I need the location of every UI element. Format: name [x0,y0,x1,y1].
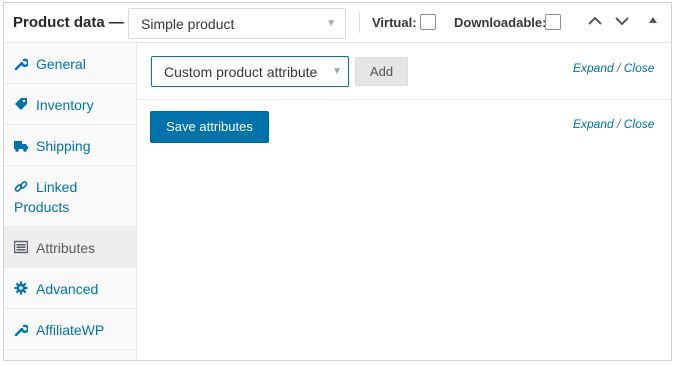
add-attribute-button[interactable]: Add [355,57,408,86]
downloadable-checkbox[interactable] [545,14,561,30]
expand-link[interactable]: Expand [573,61,614,75]
dropdown-arrow-icon: ▼ [326,18,336,29]
close-link[interactable]: Close [624,117,655,131]
expand-close-top: Expand / Close [573,61,654,75]
divider [359,11,360,33]
product-type-select[interactable]: Simple product ▼ [128,8,346,39]
downloadable-label: Downloadable: [454,15,547,30]
product-type-value: Simple product [141,16,235,32]
attributes-panel: Custom product attribute ▼ Add Expand / … [138,43,671,360]
panel-title: Product data — [13,14,124,31]
virtual-label: Virtual: [372,15,417,30]
wrench-icon [14,58,28,71]
tab-inventory[interactable]: Inventory [4,84,136,125]
tab-general[interactable]: General [4,43,136,84]
link-icon [14,181,28,192]
attribute-select-value: Custom product attribute [164,64,318,80]
save-attributes-button[interactable]: Save attributes [150,111,269,143]
tab-linked-products[interactable]: Linked Products [4,166,136,227]
gear-icon [14,281,28,295]
tag-icon [15,98,27,110]
product-data-panel: Product data — Simple product ▼ Virtual:… [3,2,672,361]
attributes-toolbar: Custom product attribute ▼ Add Expand / … [138,43,671,100]
tab-attributes[interactable]: Attributes [4,227,136,268]
tab-shipping[interactable]: Shipping [4,125,136,166]
tab-affiliatewp[interactable]: AffiliateWP [4,309,136,350]
separator: / [617,117,621,131]
expand-link[interactable]: Expand [573,117,614,131]
close-link[interactable]: Close [624,61,655,75]
attribute-taxonomy-select[interactable]: Custom product attribute ▼ [151,56,349,87]
list-icon [14,240,28,254]
wrench-icon [14,324,28,337]
move-up-icon[interactable] [586,12,604,30]
product-data-header: Product data — Simple product ▼ Virtual:… [4,3,671,43]
truck-icon [14,141,28,152]
collapse-toggle-icon[interactable] [649,17,657,23]
expand-close-bottom: Expand / Close [573,117,654,131]
move-down-icon[interactable] [613,12,631,30]
dropdown-arrow-icon: ▼ [332,66,342,77]
product-data-tabs: General Inventory Shipping Linked Produc… [4,43,137,360]
tab-linked-products-label-2: Products [14,199,70,215]
tab-advanced[interactable]: Advanced [4,268,136,309]
separator: / [617,61,621,75]
virtual-checkbox[interactable] [420,14,436,30]
